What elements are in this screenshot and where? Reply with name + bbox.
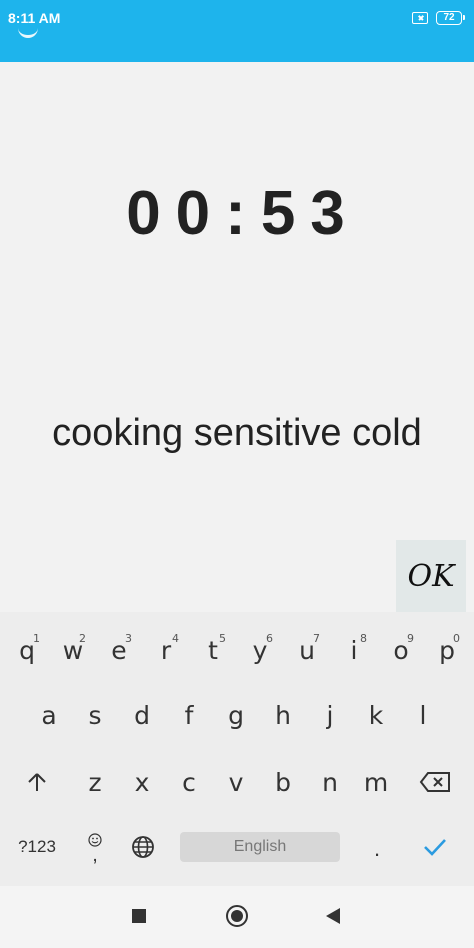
key-p[interactable]: p0	[424, 620, 470, 680]
key-g[interactable]: g	[213, 685, 259, 745]
key-u[interactable]: u7	[284, 620, 330, 680]
key-m[interactable]: m	[353, 752, 399, 812]
comma-key[interactable]: ,	[80, 826, 110, 870]
keyboard-row-2: a s d f g h j k l	[0, 685, 474, 745]
key-hint: 3	[125, 632, 132, 645]
key-hint: 6	[266, 632, 273, 645]
key-label: i	[350, 635, 358, 665]
key-z[interactable]: z	[72, 752, 118, 812]
backspace-icon[interactable]	[410, 752, 460, 812]
key-v[interactable]: v	[213, 752, 259, 812]
key-d[interactable]: d	[119, 685, 165, 745]
countdown-timer: 00:53	[126, 179, 360, 248]
key-hint: 5	[219, 632, 226, 645]
key-s[interactable]: s	[72, 685, 118, 745]
prompt-phrase: cooking sensitive cold	[52, 412, 422, 454]
key-y[interactable]: y6	[237, 620, 283, 680]
soft-keyboard: q1 w2 e3 r4 t5 y6 u7 i8 o9 p0 a s d f g …	[0, 612, 474, 886]
status-bar: 8:11 AM 72	[0, 0, 474, 62]
recents-button[interactable]	[132, 909, 146, 923]
key-hint: 1	[33, 632, 40, 645]
period-key[interactable]: .	[362, 834, 392, 864]
key-n[interactable]: n	[307, 752, 353, 812]
notification-icon	[18, 28, 38, 38]
key-hint: 0	[453, 632, 460, 645]
key-hint: 7	[313, 632, 320, 645]
space-key[interactable]: English	[180, 832, 340, 862]
checkmark-icon[interactable]	[420, 832, 450, 862]
key-e[interactable]: e3	[96, 620, 142, 680]
key-r[interactable]: r4	[143, 620, 189, 680]
back-button[interactable]	[326, 908, 340, 924]
key-c[interactable]: c	[166, 752, 212, 812]
key-t[interactable]: t5	[190, 620, 236, 680]
key-h[interactable]: h	[260, 685, 306, 745]
key-k[interactable]: k	[353, 685, 399, 745]
navigation-bar	[0, 886, 474, 948]
home-button[interactable]	[226, 905, 248, 927]
status-time: 8:11 AM	[8, 10, 61, 26]
shift-icon[interactable]	[12, 752, 62, 812]
key-x[interactable]: x	[119, 752, 165, 812]
key-o[interactable]: o9	[378, 620, 424, 680]
key-b[interactable]: b	[260, 752, 306, 812]
keyboard-row-1: q1 w2 e3 r4 t5 y6 u7 i8 o9 p0	[0, 620, 474, 680]
sim-icon	[412, 12, 428, 24]
ok-button[interactable]: OK	[396, 540, 466, 612]
globe-icon[interactable]	[128, 832, 158, 862]
key-hint: 2	[79, 632, 86, 645]
key-q[interactable]: q1	[4, 620, 50, 680]
keyboard-row-3: z x c v b n m	[0, 752, 474, 812]
key-f[interactable]: f	[166, 685, 212, 745]
comma-label: ,	[92, 844, 98, 866]
key-i[interactable]: i8	[331, 620, 377, 680]
battery-icon: 72	[436, 11, 465, 25]
key-l[interactable]: l	[400, 685, 446, 745]
key-w[interactable]: w2	[50, 620, 96, 680]
key-j[interactable]: j	[307, 685, 353, 745]
key-label: r	[160, 635, 172, 665]
key-hint: 4	[172, 632, 179, 645]
key-label: t	[208, 635, 218, 665]
key-hint: 8	[360, 632, 367, 645]
key-hint: 9	[407, 632, 414, 645]
key-a[interactable]: a	[26, 685, 72, 745]
symbols-key[interactable]: ?123	[12, 834, 62, 860]
